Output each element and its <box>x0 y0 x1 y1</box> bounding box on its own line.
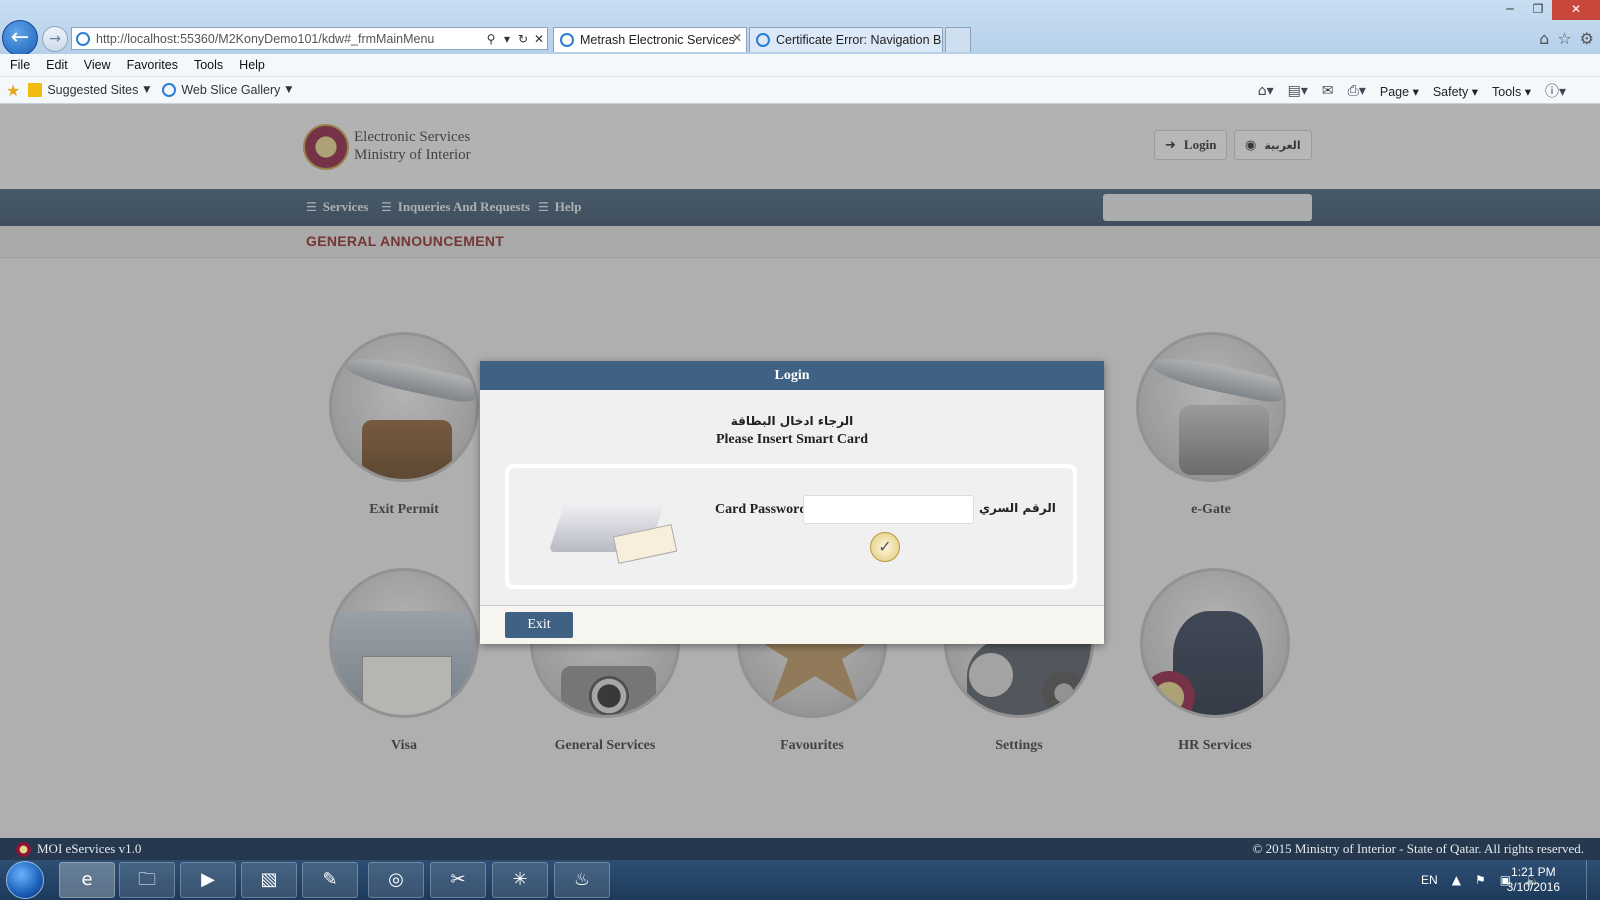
insert-card-instruction-ar: الرجاء ادخال البطاقة <box>730 414 854 428</box>
web-slice-icon <box>162 83 177 97</box>
chrome-icon[interactable]: ◎ <box>368 862 424 898</box>
command-bar: ⌂▾ ▤▾ ✉ ⎙▾ Page ▾ Safety ▾ Tools ▾ ⓘ▾ <box>1258 81 1566 101</box>
minimize-icon[interactable]: ─ <box>1496 0 1524 20</box>
card-panel-inner: Card Password الرقم السري ✓ <box>509 468 1073 585</box>
tab-label: Certificate Error: Navigation Bl... <box>776 33 943 47</box>
forward-arrow-icon[interactable]: → <box>42 26 68 52</box>
tab-metrash[interactable]: Metrash Electronic Services ✕ <box>553 27 747 52</box>
login-dialog: Login الرجاء ادخال البطاقة Please Insert… <box>480 361 1104 644</box>
snipping-tool-icon[interactable]: ✂ <box>430 862 486 898</box>
chevron-down-icon: ▼ <box>285 85 293 95</box>
favorite-suggested-sites[interactable]: Suggested Sites ▼ <box>28 83 150 97</box>
refresh-icon[interactable]: ↻ <box>515 32 531 46</box>
windows-start-icon[interactable] <box>6 861 44 899</box>
card-password-input[interactable] <box>803 495 974 524</box>
tab-label: Metrash Electronic Services <box>580 33 735 47</box>
menu-bar: File Edit View Favorites Tools Help <box>0 54 1600 77</box>
menu-favorites[interactable]: Favorites <box>127 58 178 72</box>
paint-icon[interactable]: ♨ <box>554 862 610 898</box>
restore-icon[interactable]: ❐ <box>1524 0 1552 20</box>
dropdown-arrow-icon[interactable]: ▾ <box>499 32 515 46</box>
show-desktop-button[interactable] <box>1586 860 1600 900</box>
menu-edit[interactable]: Edit <box>46 58 68 72</box>
site-footer: MOI eServices v1.0 © 2015 Ministry of In… <box>0 838 1600 860</box>
internet-explorer-icon[interactable]: e <box>59 862 115 898</box>
ie-tab-icon <box>756 33 770 47</box>
home-icon[interactable]: ⌂ <box>1539 29 1549 48</box>
command-page-label: Page <box>1379 84 1410 99</box>
command-safety-label: Safety <box>1432 84 1469 99</box>
search-icon[interactable]: ⚲ <box>483 32 499 46</box>
mail-icon[interactable]: ✉ <box>1322 83 1334 99</box>
address-url[interactable]: http://localhost:55360/M2KonyDemo101/kdw… <box>96 32 483 46</box>
card-password-label-ar: الرقم السري <box>979 501 1056 515</box>
clock[interactable]: 1:21 PM 3/10/2016 <box>1507 865 1560 895</box>
show-hidden-icons-icon[interactable]: ▲ <box>1452 873 1461 887</box>
add-favorite-star-icon[interactable]: ★ <box>6 81 20 100</box>
submit-check-icon[interactable]: ✓ <box>870 532 900 562</box>
version-text: MOI eServices v1.0 <box>37 841 142 856</box>
command-safety[interactable]: Safety ▾ <box>1433 84 1478 99</box>
close-window-icon[interactable]: ✕ <box>1552 0 1600 20</box>
menu-help[interactable]: Help <box>239 58 265 72</box>
ie-page-icon <box>76 31 90 46</box>
favorites-star-icon[interactable]: ☆ <box>1557 29 1571 48</box>
print-icon[interactable]: ⎙▾ <box>1348 83 1366 99</box>
action-center-flag-icon[interactable]: ⚑ <box>1475 873 1486 887</box>
ie-tab-icon <box>560 33 574 47</box>
tab-certificate-error[interactable]: Certificate Error: Navigation Bl... <box>749 27 943 52</box>
file-explorer-icon[interactable]: 🗀 <box>119 862 175 898</box>
new-tab-button[interactable] <box>945 27 971 52</box>
language-indicator[interactable]: EN <box>1421 873 1438 887</box>
command-page[interactable]: Page ▾ <box>1380 84 1419 99</box>
clock-time: 1:21 PM <box>1510 865 1556 879</box>
home-page-icon[interactable]: ⌂▾ <box>1258 83 1274 99</box>
exit-button[interactable]: Exit <box>505 612 573 638</box>
favorite-label: Suggested Sites <box>47 83 139 97</box>
address-bar[interactable]: http://localhost:55360/M2KonyDemo101/kdw… <box>71 27 548 50</box>
browser-toolbar-icons: ⌂ ☆ ⚙ <box>1539 29 1594 48</box>
favorite-web-slice-gallery[interactable]: Web Slice Gallery ▼ <box>162 83 292 97</box>
feeds-icon[interactable]: ▤▾ <box>1288 83 1308 99</box>
bing-icon <box>28 83 43 97</box>
command-tools-label: Tools <box>1492 84 1522 99</box>
moi-seal-icon <box>16 841 31 857</box>
card-password-label: Card Password <box>715 502 808 517</box>
card-panel: Card Password الرقم السري ✓ <box>505 464 1077 589</box>
chevron-down-icon: ▼ <box>143 85 151 95</box>
stop-icon[interactable]: ✕ <box>531 32 547 46</box>
favorite-label: Web Slice Gallery <box>181 83 281 97</box>
footer-version: MOI eServices v1.0 <box>16 841 141 857</box>
insert-card-instruction: Please Insert Smart Card <box>715 432 869 447</box>
media-player-icon[interactable]: ▶ <box>180 862 236 898</box>
help-icon[interactable]: ⓘ▾ <box>1545 81 1566 101</box>
settings-gear-icon[interactable]: ⚙ <box>1580 29 1594 48</box>
close-tab-icon[interactable]: ✕ <box>732 31 742 45</box>
window-controls: ─ ❐ ✕ <box>1496 0 1600 20</box>
menu-file[interactable]: File <box>10 58 30 72</box>
dialog-footer: Exit <box>480 605 1104 644</box>
dialog-title: Login <box>480 361 1104 390</box>
app-pinwheel-icon[interactable]: ✳ <box>492 862 548 898</box>
web-page: Electronic Services Ministry of Interior… <box>0 104 1600 838</box>
menu-view[interactable]: View <box>84 58 111 72</box>
command-tools[interactable]: Tools ▾ <box>1492 84 1531 99</box>
back-arrow-icon[interactable]: ← <box>2 20 38 56</box>
copyright-text: © 2015 Ministry of Interior - State of Q… <box>1252 841 1584 856</box>
browser-titlebar: ← → http://localhost:55360/M2KonyDemo101… <box>0 0 1600 56</box>
notepad-icon[interactable]: ✎ <box>302 862 358 898</box>
menu-tools[interactable]: Tools <box>194 58 223 72</box>
taskbar: e 🗀 ▶ ▧ ✎ ◎ ✂ ✳ ♨ EN ▲ ⚑ ▣ 🔈 1:21 PM 3/1… <box>0 860 1600 900</box>
command-prompt-icon[interactable]: ▧ <box>241 862 297 898</box>
clock-date: 3/10/2016 <box>1506 880 1560 894</box>
